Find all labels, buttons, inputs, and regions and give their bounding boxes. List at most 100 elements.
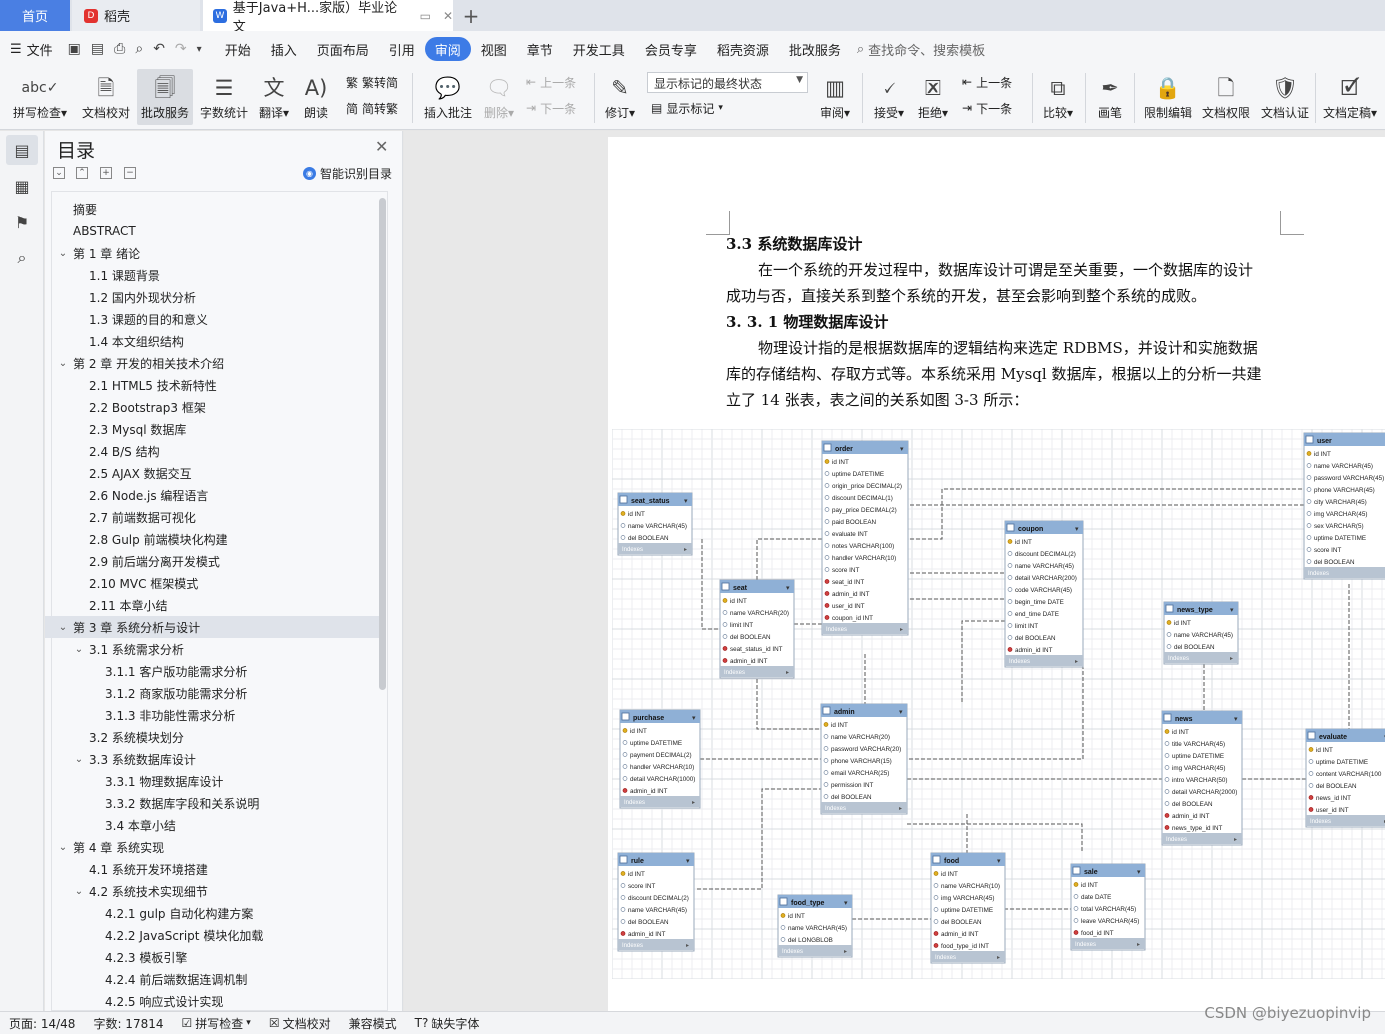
chevron-down-icon[interactable]: ⌄ (57, 248, 69, 259)
toc-item[interactable]: ⌄ 第 4 章 系统实现 (45, 836, 381, 858)
bookmark-icon[interactable]: ⚑ (6, 207, 38, 237)
toc-item[interactable]: 2.7 前端数据可视化 (45, 506, 381, 528)
menu-start[interactable]: 开始 (215, 37, 261, 61)
translate-button[interactable]: 文翻译▾ (256, 69, 292, 125)
toc-item[interactable]: ⌄ 3.3 系统数据库设计 (45, 748, 381, 770)
toc-item[interactable]: 摘要 (45, 198, 381, 220)
expand-up-icon[interactable]: ⌃ (76, 167, 88, 179)
expand-icon[interactable]: + (100, 167, 112, 179)
tab-daoke[interactable]: D 稻壳 (72, 0, 200, 31)
toc-item[interactable]: 4.2.5 响应式设计实现 (45, 990, 381, 1009)
tab-home[interactable]: 首页 (0, 0, 70, 31)
toc-item[interactable]: 1.4 本文组织结构 (45, 330, 381, 352)
chevron-down-icon[interactable]: ⌄ (57, 842, 69, 853)
redo-icon[interactable]: ↷ (170, 41, 192, 57)
toc-item[interactable]: 3.2 系统模块划分 (45, 726, 381, 748)
toc-item[interactable]: ⌄ 第 2 章 开发的相关技术介绍 (45, 352, 381, 374)
toc-item[interactable]: 4.2.1 gulp 自动化构建方案 (45, 902, 381, 924)
show-markup-button[interactable]: ▤ 显示标记 ▾ (651, 97, 723, 119)
toc-item[interactable]: ⌄ 4.2 系统技术实现细节 (45, 880, 381, 902)
missing-font-status[interactable]: T? 缺失字体 (406, 1015, 489, 1032)
toc-item[interactable]: 3.3.1 物理数据库设计 (45, 770, 381, 792)
prev-comment-button[interactable]: ⇤ 上一条 (526, 71, 576, 93)
toc-item[interactable]: 3.1.3 非功能性需求分析 (45, 704, 381, 726)
toc-item[interactable]: ⌄ 第 3 章 系统分析与设计 (45, 616, 381, 638)
window-icon[interactable]: ▭ (420, 9, 431, 23)
toc-item[interactable]: 3.3.2 数据库字段和关系说明 (45, 792, 381, 814)
tab-document[interactable]: W 基于Java+H...家版）毕业论文 ▭ ✕ (203, 0, 453, 35)
reject-button[interactable]: 🗷 拒绝▾ (914, 69, 952, 125)
doc-check-button[interactable]: 🗎 文档校对 (78, 69, 134, 125)
doc-permission-button[interactable]: 🗋 文档权限 (1199, 69, 1253, 125)
doc-auth-button[interactable]: 🛡 文档认证 (1258, 69, 1312, 125)
toc-item[interactable]: 2.6 Node.js 编程语言 (45, 484, 381, 506)
next-comment-button[interactable]: ⇥ 下一条 (526, 97, 576, 119)
chapter-nav-icon[interactable]: ▦ (6, 171, 38, 201)
quick-access-dropdown-icon[interactable]: ▾ (192, 44, 207, 55)
toc-item[interactable]: 3.1.2 商家版功能需求分析 (45, 682, 381, 704)
menu-file[interactable]: ☰ 文件 (0, 37, 63, 61)
toc-item[interactable]: 3.1.1 客户版功能需求分析 (45, 660, 381, 682)
toc-item[interactable]: 2.11 本章小结 (45, 594, 381, 616)
menu-vip[interactable]: 会员专享 (635, 37, 707, 61)
delete-comment-button[interactable]: 🗨 删除▾ (480, 69, 518, 125)
toc-item[interactable]: ⌄ 3.1 系统需求分析 (45, 638, 381, 660)
toc-item[interactable]: 4.2.3 模板引擎 (45, 946, 381, 968)
smart-toc-button[interactable]: ◉ 智能识别目录 (303, 165, 392, 182)
new-tab-button[interactable]: + (458, 0, 484, 31)
menu-daoke-resources[interactable]: 稻壳资源 (707, 37, 779, 61)
toc-item[interactable]: 1.3 课题的目的和意义 (45, 308, 381, 330)
toc-scrollbar[interactable] (379, 198, 386, 690)
toc-item[interactable]: 3.4 本章小结 (45, 814, 381, 836)
word-count-indicator[interactable]: 字数: 17814 (84, 1015, 172, 1032)
proof-status[interactable]: ☒ 文档校对 (260, 1015, 340, 1032)
menu-chapter[interactable]: 章节 (517, 37, 563, 61)
toc-item[interactable]: 2.5 AJAX 数据交互 (45, 462, 381, 484)
toc-icon[interactable]: ▤ (6, 135, 38, 165)
toc-item[interactable]: 2.8 Gulp 前端模块化构建 (45, 528, 381, 550)
search-icon[interactable]: ⌕ (6, 243, 38, 273)
toc-item[interactable]: 2.3 Mysql 数据库 (45, 418, 381, 440)
next-revision-button[interactable]: ⇥ 下一条 (962, 97, 1012, 119)
save-icon[interactable]: ▣ (63, 41, 86, 57)
chevron-down-icon[interactable]: ⌄ (57, 358, 69, 369)
preview-icon[interactable]: ⌕ (130, 41, 148, 57)
close-icon[interactable]: ✕ (375, 137, 388, 156)
prev-revision-button[interactable]: ⇤ 上一条 (962, 71, 1012, 93)
markup-state-select[interactable]: 显示标记的最终状态 ▼ (647, 72, 808, 93)
menu-correction[interactable]: 批改服务 (779, 37, 851, 61)
chevron-down-icon[interactable]: ⌄ (73, 644, 85, 655)
toc-item[interactable]: 2.10 MVC 框架模式 (45, 572, 381, 594)
compare-button[interactable]: ⧉ 比较▾ (1039, 69, 1077, 125)
close-tab-icon[interactable]: ✕ (443, 9, 453, 23)
toc-item[interactable]: 2.1 HTML5 技术新特性 (45, 374, 381, 396)
doc-finalize-button[interactable]: 🗹 文档定稿▾ (1320, 69, 1380, 125)
insert-comment-button[interactable]: 💬 插入批注 (422, 69, 474, 125)
collapse-icon[interactable]: − (124, 167, 136, 179)
toc-item[interactable]: 2.4 B/S 结构 (45, 440, 381, 462)
review-pane-button[interactable]: ▥ 审阅▾ (816, 69, 854, 125)
print-icon[interactable]: ⎙ (109, 41, 130, 57)
toc-item[interactable]: 2.9 前后端分离开发模式 (45, 550, 381, 572)
toc-item[interactable]: ⌄ 第 1 章 绪论 (45, 242, 381, 264)
document-page[interactable]: 3.3 系统数据库设计 在一个系统的开发过程中，数据库设计可谓是至关重要，一个数… (608, 137, 1385, 1011)
restrict-edit-button[interactable]: 🔒 限制编辑 (1141, 69, 1195, 125)
toc-item[interactable]: ABSTRACT (45, 220, 381, 242)
read-aloud-button[interactable]: A) 朗读 (298, 69, 334, 125)
chevron-down-icon[interactable]: ⌄ (73, 886, 85, 897)
document-area[interactable]: 3.3 系统数据库设计 在一个系统的开发过程中，数据库设计可谓是至关重要，一个数… (404, 131, 1385, 1011)
collapse-all-icon[interactable]: ⌄ (53, 167, 65, 179)
chevron-down-icon[interactable]: ⌄ (73, 754, 85, 765)
toc-item[interactable]: 2.2 Bootstrap3 框架 (45, 396, 381, 418)
page-indicator[interactable]: 页面: 14/48 (0, 1015, 84, 1032)
correct-service-button[interactable]: 🗐 批改服务 (137, 69, 193, 125)
export-icon[interactable]: ▤ (86, 41, 109, 57)
chevron-down-icon[interactable]: ⌄ (57, 622, 69, 633)
menu-reference[interactable]: 引用 (379, 37, 425, 61)
menu-review[interactable]: 审阅 (424, 37, 471, 61)
trad-to-simp-button[interactable]: 繁繁转简 (346, 71, 398, 93)
pen-button[interactable]: ✒ 画笔 (1093, 69, 1127, 125)
accept-button[interactable]: 🗸 接受▾ (870, 69, 908, 125)
spellcheck-status[interactable]: ☑ 拼写检查 ▾ (173, 1015, 260, 1032)
spellcheck-button[interactable]: abc✓ 拼写检查▾ (8, 69, 72, 125)
